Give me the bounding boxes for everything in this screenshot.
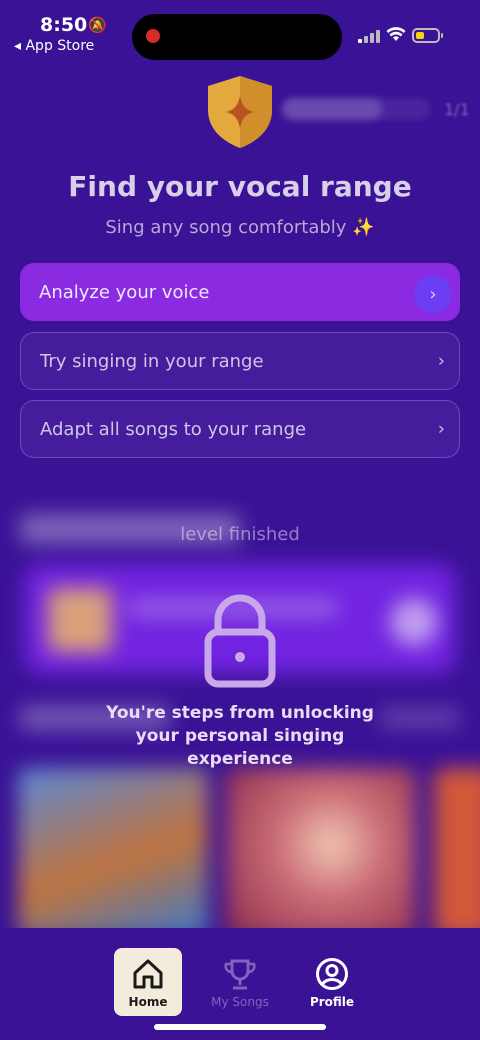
recording-indicator-icon [146,29,160,43]
adapt-songs-label: Adapt all songs to your range [40,418,307,440]
analyze-voice-button[interactable]: Analyze your voice › [20,263,460,321]
tab-home[interactable]: Home [114,948,182,1016]
trophy-icon [224,959,256,990]
silent-bell-icon: 🔕 [88,16,107,34]
tab-bar: Home My Songs Profile [0,928,480,1040]
page-title: Find your vocal range [68,170,412,203]
shield-badge-icon [202,74,278,150]
cellular-signal-icon [358,30,380,43]
wifi-icon [386,26,406,46]
page-subtitle: Sing any song comfortably ✨ [0,217,480,238]
chevron-right-icon: › [437,418,445,440]
lock-icon [204,594,276,688]
unlock-message: You're steps from unlocking your persona… [106,703,374,769]
progress-fill [282,98,382,120]
chevron-right-icon: › [414,275,452,313]
try-singing-label: Try singing in your range [40,350,264,372]
home-indicator[interactable] [154,1024,326,1030]
level-finished-text: level finished [180,524,300,545]
back-to-app-store-link[interactable]: ◂ App Store [14,38,94,54]
tab-profile-label: Profile [309,995,355,1009]
try-singing-button[interactable]: Try singing in your range › [20,332,460,390]
adapt-songs-button[interactable]: Adapt all songs to your range › [20,400,460,458]
dynamic-island [132,14,342,60]
home-icon [133,959,163,989]
subtitle-text: Sing any song comfortably [105,217,347,238]
status-time: 8:50 [40,14,88,36]
chevron-right-icon: › [437,350,445,372]
progress-count: 1/1 [444,100,470,119]
tab-my-songs[interactable]: My Songs [206,948,274,1016]
sparkle-icon: ✨ [352,217,375,238]
profile-icon [316,958,348,990]
tab-profile[interactable]: Profile [298,948,366,1016]
analyze-voice-label: Analyze your voice [39,281,210,303]
status-bar: 8:50 🔕 ◂ App Store [0,0,480,64]
battery-icon [412,28,443,43]
